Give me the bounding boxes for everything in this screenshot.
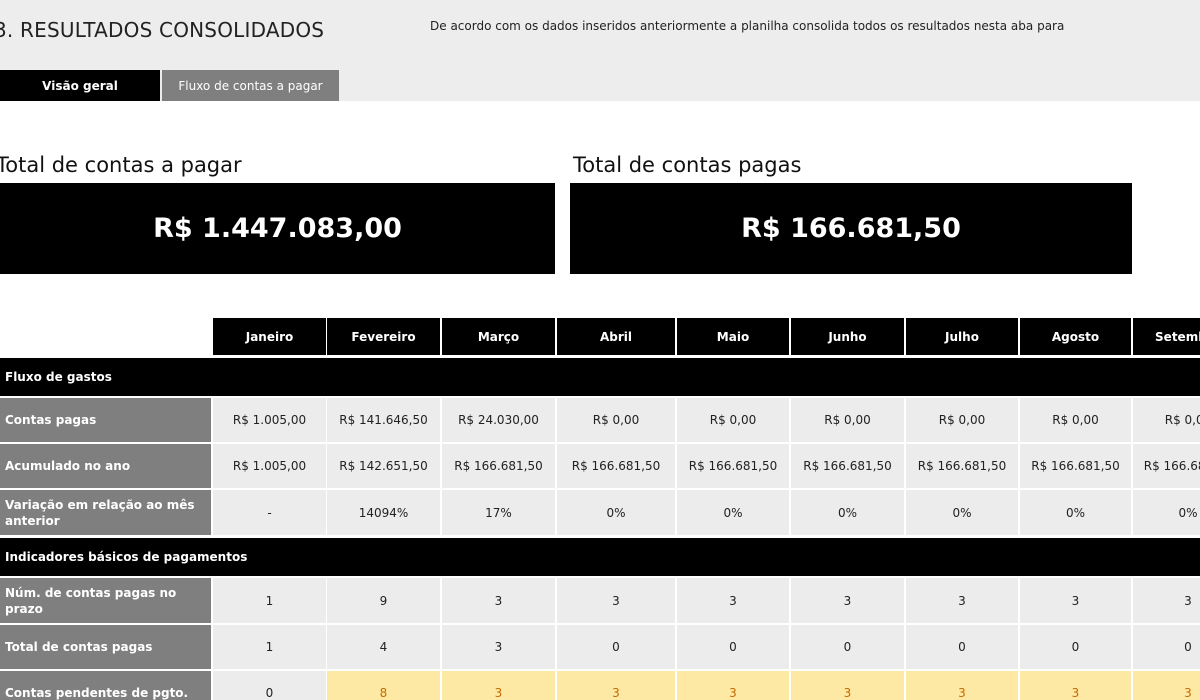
table-cell: 8 bbox=[327, 671, 440, 700]
row-label: Núm. de contas pagas no prazo bbox=[0, 578, 211, 623]
table-cell: 3 bbox=[557, 578, 675, 623]
table-cell: 0% bbox=[557, 490, 675, 535]
table-cell: 3 bbox=[1020, 578, 1131, 623]
table-cell: R$ 166.681,50 bbox=[1020, 444, 1131, 488]
month-header: Junho bbox=[791, 318, 904, 355]
table-cell: 3 bbox=[906, 671, 1018, 700]
table-cell: R$ 141.646,50 bbox=[327, 398, 440, 442]
table-cell: 3 bbox=[677, 578, 789, 623]
table-cell: R$ 0,00 bbox=[677, 398, 789, 442]
table-cell: 3 bbox=[557, 671, 675, 700]
table-cell: R$ 166.681,50 bbox=[791, 444, 904, 488]
table-cell: 0 bbox=[791, 625, 904, 669]
table-cell: 1 bbox=[213, 578, 326, 623]
table-cell: 3 bbox=[906, 578, 1018, 623]
table-cell: R$ 166.681,50 bbox=[557, 444, 675, 488]
section-header: Fluxo de gastos bbox=[0, 358, 1200, 396]
table-cell: 0% bbox=[791, 490, 904, 535]
table-cell: 0 bbox=[557, 625, 675, 669]
table-cell: R$ 0,00 bbox=[906, 398, 1018, 442]
row-label: Total de contas pagas bbox=[0, 625, 211, 669]
table-cell: R$ 24.030,00 bbox=[442, 398, 555, 442]
table-cell: 0% bbox=[1020, 490, 1131, 535]
table-cell: R$ 1.005,00 bbox=[213, 444, 326, 488]
row-label: Contas pendentes de pgto. bbox=[0, 671, 211, 700]
kpi-value-to-pay: R$ 1.447.083,00 bbox=[0, 183, 555, 274]
month-header: Março bbox=[442, 318, 555, 355]
table-cell: R$ 0,00 bbox=[1020, 398, 1131, 442]
table-cell: 3 bbox=[1133, 578, 1200, 623]
page-description: De acordo com os dados inseridos anterio… bbox=[430, 19, 1065, 33]
table-cell: 3 bbox=[791, 578, 904, 623]
results-table: Janeiro Fevereiro Março Abril Maio Junho Julho… bbox=[0, 318, 1200, 700]
table-cell: 0 bbox=[1133, 625, 1200, 669]
table-cell: 4 bbox=[327, 625, 440, 669]
table-cell: 0 bbox=[677, 625, 789, 669]
page-title: 3. RESULTADOS CONSOLIDADOS bbox=[0, 18, 325, 42]
table-cell: R$ 0,00 bbox=[1133, 398, 1200, 442]
table-cell: 0% bbox=[677, 490, 789, 535]
table-cell: R$ 1.005,00 bbox=[213, 398, 326, 442]
table-cell: 17% bbox=[442, 490, 555, 535]
kpi-value-paid: R$ 166.681,50 bbox=[570, 183, 1132, 274]
table-cell: 9 bbox=[327, 578, 440, 623]
table-cell: 0 bbox=[213, 671, 326, 700]
kpi-label-paid: Total de contas pagas bbox=[573, 153, 802, 177]
table-cell: R$ 0,00 bbox=[791, 398, 904, 442]
kpi-label-to-pay: Total de contas a pagar bbox=[0, 153, 242, 177]
month-header: Setembro bbox=[1133, 318, 1200, 355]
month-header: Agosto bbox=[1020, 318, 1131, 355]
table-cell: R$ 166.681,50 bbox=[442, 444, 555, 488]
month-header: Maio bbox=[677, 318, 789, 355]
table-cell: 0 bbox=[1020, 625, 1131, 669]
month-header: Julho bbox=[906, 318, 1018, 355]
table-cell: - bbox=[213, 490, 326, 535]
row-label: Contas pagas bbox=[0, 398, 211, 442]
table-cell: 3 bbox=[677, 671, 789, 700]
row-label: Variação em relação ao mês anterior bbox=[0, 490, 211, 535]
month-header: Fevereiro bbox=[327, 318, 440, 355]
table-cell: 0% bbox=[906, 490, 1018, 535]
tab-fluxo-contas-a-pagar[interactable]: Fluxo de contas a pagar bbox=[162, 70, 339, 101]
table-cell: R$ 142.651,50 bbox=[327, 444, 440, 488]
month-header: Abril bbox=[557, 318, 675, 355]
table-cell: R$ 166.681,50 bbox=[906, 444, 1018, 488]
table-cell: R$ 166.681,50 bbox=[677, 444, 789, 488]
table-cell: 3 bbox=[442, 671, 555, 700]
table-cell: 3 bbox=[442, 578, 555, 623]
table-cell: 14094% bbox=[327, 490, 440, 535]
table-cell: 3 bbox=[791, 671, 904, 700]
tab-visao-geral[interactable]: Visão geral bbox=[0, 70, 160, 101]
table-cell: R$ 166.681,50 bbox=[1133, 444, 1200, 488]
table-cell: 0 bbox=[906, 625, 1018, 669]
table-cell: 1 bbox=[213, 625, 326, 669]
table-cell: 3 bbox=[1133, 671, 1200, 700]
row-label: Acumulado no ano bbox=[0, 444, 211, 488]
table-cell: 3 bbox=[1020, 671, 1131, 700]
month-header: Janeiro bbox=[213, 318, 326, 355]
table-cell: 0% bbox=[1133, 490, 1200, 535]
table-cell: 3 bbox=[442, 625, 555, 669]
table-cell: R$ 0,00 bbox=[557, 398, 675, 442]
section-header: Indicadores básicos de pagamentos bbox=[0, 538, 1200, 576]
